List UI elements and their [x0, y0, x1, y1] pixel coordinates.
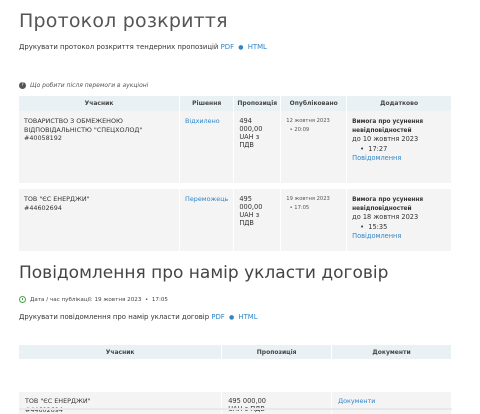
price-value: 495 000,00: [228, 397, 266, 405]
published-date: 19 жовтня 2023: [286, 196, 330, 202]
separator-dot: ●: [238, 44, 244, 51]
separator-dot: ●: [228, 314, 235, 321]
participant-code: #44602694: [24, 203, 62, 212]
protocol-title: Протокол розкриття: [19, 10, 228, 32]
table-header-row: Учасник Рішення Пропозиція Опубліковано …: [19, 96, 452, 111]
participant-cell: ТОВ "ЄС ЕНЕРДЖИ" #44602694: [19, 189, 181, 251]
intent-date-time: 17:05: [151, 297, 168, 303]
column-header: Додатково: [346, 96, 452, 111]
notification-link[interactable]: Повідомлення: [352, 232, 446, 241]
price-currency: UAH з ПДВ: [239, 133, 260, 149]
documents-cell: Документи: [331, 392, 452, 414]
requirement-title: Вимога про усунення невідповідностей: [352, 119, 424, 134]
participant-name: ТОВ "ЄС ЕНЕРДЖИ": [25, 397, 91, 405]
table-header-row: Учасник Пропозиція Документи: [19, 345, 452, 359]
published-cell: 12 жовтня 2023 • 20:09: [280, 111, 348, 183]
intent-html-link[interactable]: HTML: [238, 313, 257, 321]
published-date: 12 жовтня 2023: [286, 118, 330, 124]
requirement-time: 17:27: [368, 144, 388, 153]
column-header: Учасник: [19, 345, 223, 359]
price-currency: UAH з ПДВ: [239, 211, 260, 227]
requirement-time: 15:35: [368, 222, 388, 231]
requirement-title: Вимога про усунення невідповідностей: [352, 197, 424, 212]
intent-title: Повідомлення про намір укласти договір: [19, 263, 389, 283]
hint-text: Що робити після перемоги в аукціоні: [30, 82, 149, 89]
column-header: Пропозиція: [233, 96, 282, 111]
price-value: 494 000,00: [239, 117, 263, 133]
intent-table: Учасник Пропозиція Документи ТОВ "ЄС ЕНЕ…: [19, 345, 452, 414]
published-time: 20:09: [294, 127, 310, 133]
participant-name: ТОВ "ЄС ЕНЕРДЖИ": [24, 195, 90, 203]
table-row: ТОВАРИСТВО З ОБМЕЖЕНОЮ ВІДПОВІДАЛЬНІСТЮ …: [19, 111, 452, 183]
clock-icon: [19, 296, 26, 303]
decision-link[interactable]: Відхилено: [185, 117, 220, 125]
protocol-pdf-link[interactable]: PDF: [221, 43, 234, 51]
decision-cell: Відхилено: [179, 111, 235, 183]
question-icon: ?: [19, 82, 26, 89]
documents-link[interactable]: Документи: [338, 397, 375, 405]
column-header: Учасник: [19, 96, 181, 111]
price-value: 495 000,00: [239, 195, 263, 211]
table-row: ТОВ "ЄС ЕНЕРДЖИ" #44602694 Переможець 49…: [19, 189, 452, 251]
participant-cell: ТОВАРИСТВО З ОБМЕЖЕНОЮ ВІДПОВІДАЛЬНІСТЮ …: [19, 111, 181, 183]
protocol-print-label: Друкувати протокол розкриття тендерних п…: [19, 43, 219, 51]
participant-name: ТОВАРИСТВО З ОБМЕЖЕНОЮ ВІДПОВІДАЛЬНІСТЮ …: [24, 117, 143, 134]
price-cell: 495 000,00 UAH з ПДВ: [221, 392, 333, 414]
column-header: Рішення: [179, 96, 235, 111]
after-win-hint[interactable]: ? Що робити після перемоги в аукціоні: [19, 82, 148, 89]
protocol-table: Учасник Рішення Пропозиція Опубліковано …: [19, 96, 452, 251]
intent-date-line: Дата / час публікації: 19 жовтня 2023 • …: [19, 296, 168, 303]
requirement-date: до 10 жовтня 2023: [352, 135, 419, 143]
published-time: 17:05: [294, 205, 310, 211]
participant-cell: ТОВ "ЄС ЕНЕРДЖИ" #44602694: [19, 392, 223, 414]
published-cell: 19 жовтня 2023 • 17:05: [280, 189, 348, 251]
extra-cell: Вимога про усунення невідповідностей до …: [346, 111, 452, 183]
protocol-print-line: Друкувати протокол розкриття тендерних п…: [19, 43, 267, 51]
intent-date-label: Дата / час публікації: 19 жовтня 2023: [30, 297, 142, 303]
notification-link[interactable]: Повідомлення: [352, 154, 446, 163]
extra-cell: Вимога про усунення невідповідностей до …: [346, 189, 452, 251]
bottom-divider: [19, 408, 452, 410]
column-header: Опубліковано: [280, 96, 348, 111]
table-row: ТОВ "ЄС ЕНЕРДЖИ" #44602694 495 000,00 UA…: [19, 392, 452, 414]
requirement-date: до 18 жовтня 2023: [352, 213, 419, 221]
price-cell: 495 000,00 UAH з ПДВ: [233, 189, 282, 251]
decision-cell: Переможець: [179, 189, 235, 251]
price-cell: 494 000,00 UAH з ПДВ: [233, 111, 282, 183]
column-header: Документи: [331, 345, 452, 359]
intent-print-line: Друкувати повідомлення про намір укласти…: [19, 313, 258, 321]
protocol-html-link[interactable]: HTML: [248, 43, 267, 51]
decision-link[interactable]: Переможець: [185, 195, 228, 203]
participant-code: #40058192: [24, 134, 62, 142]
column-header: Пропозиція: [221, 345, 333, 359]
intent-print-label: Друкувати повідомлення про намір укласти…: [19, 313, 210, 321]
intent-pdf-link[interactable]: PDF: [211, 313, 224, 321]
